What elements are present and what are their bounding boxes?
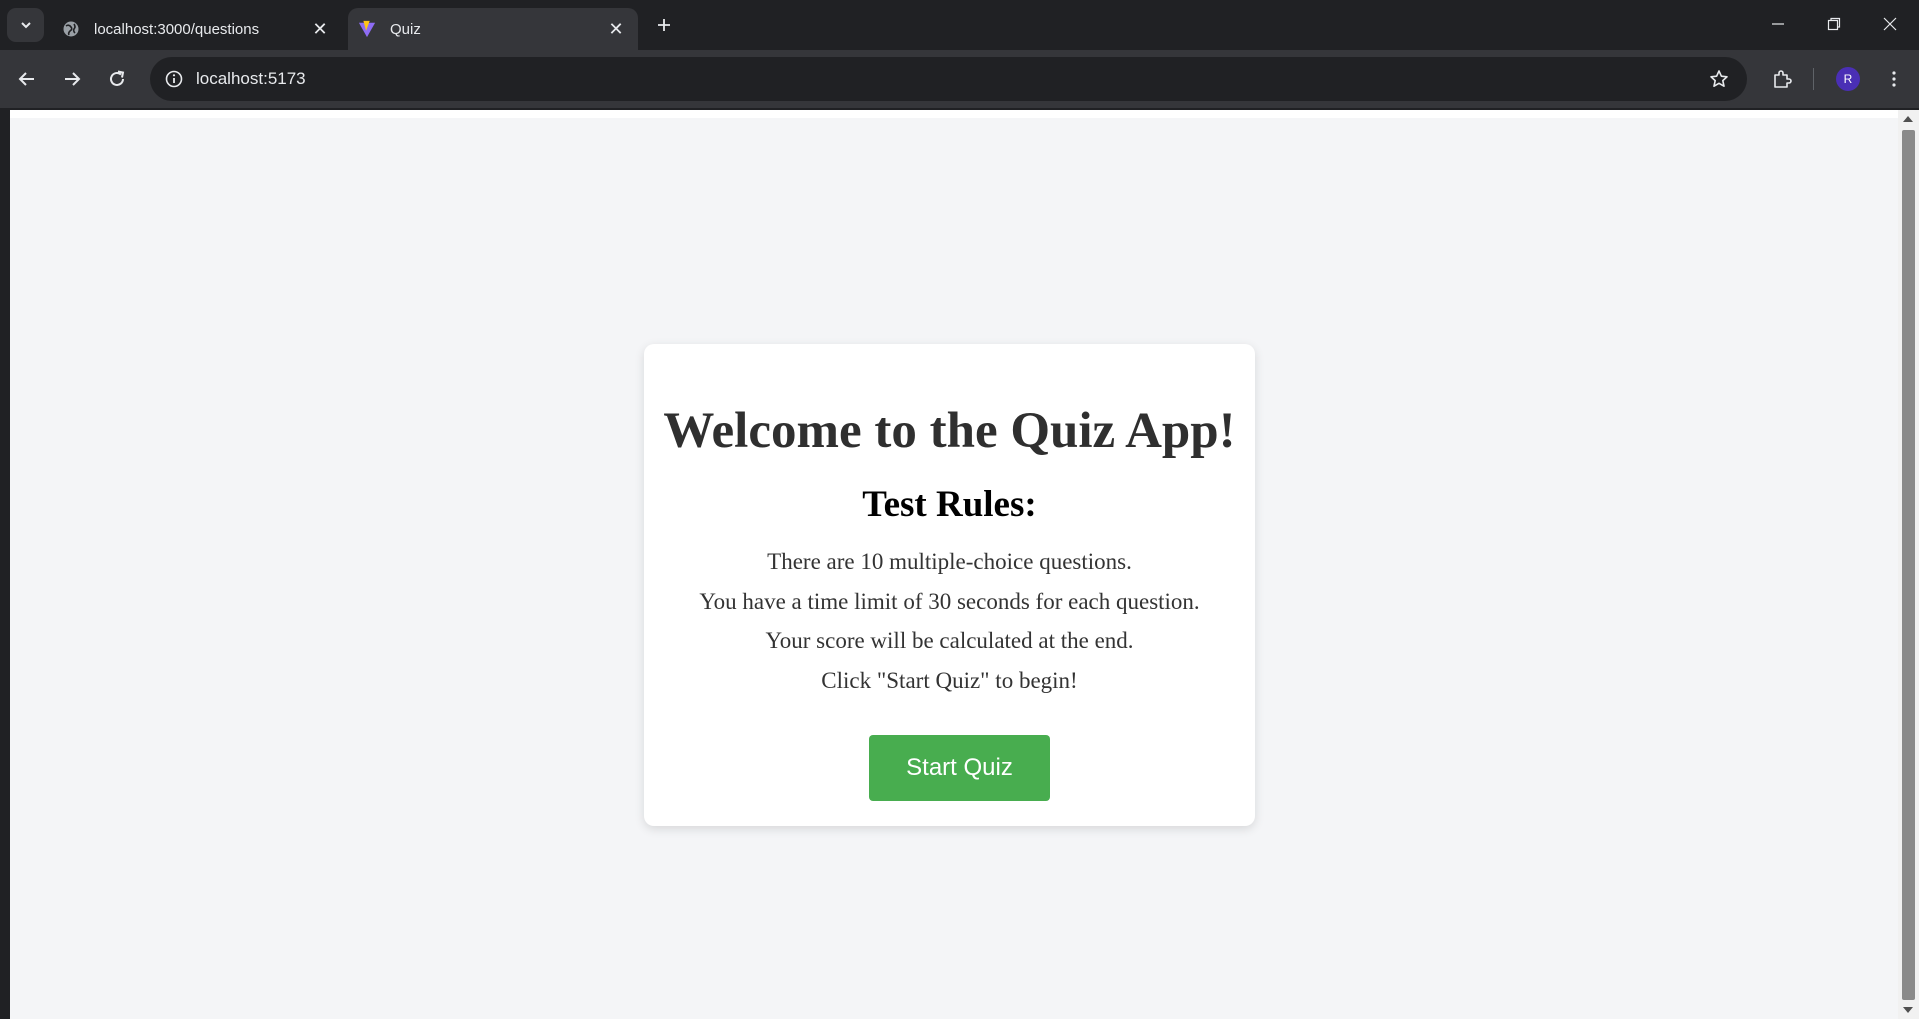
tab-quiz[interactable]: Quiz ✕ (348, 8, 638, 50)
minimize-icon (1772, 23, 1784, 25)
tab-title: Quiz (390, 20, 421, 38)
rule-item: There are 10 multiple-choice questions. (767, 549, 1132, 574)
address-bar[interactable]: localhost:5173 (150, 57, 1747, 101)
minimize-button[interactable] (1750, 0, 1806, 48)
close-icon[interactable]: ✕ (606, 19, 626, 39)
start-quiz-button[interactable]: Start Quiz (869, 735, 1050, 801)
url-text[interactable]: localhost:5173 (196, 69, 306, 89)
tab-search-button[interactable] (7, 8, 44, 42)
quiz-page: Welcome to the Quiz App! Test Rules: The… (10, 118, 1898, 1019)
tab-title: localhost:3000/questions (94, 20, 260, 38)
reload-icon (110, 70, 125, 86)
page-scrollbar[interactable] (1898, 110, 1919, 1019)
restore-button[interactable] (1806, 0, 1862, 48)
arrow-right-icon (65, 72, 81, 86)
scroll-up-arrow-icon[interactable] (1903, 116, 1913, 122)
tab-questions[interactable]: localhost:3000/questions ✕ (52, 8, 342, 50)
welcome-card: Welcome to the Quiz App! Test Rules: The… (644, 344, 1255, 826)
rules-list: There are 10 multiple-choice questions. … (644, 542, 1255, 700)
page-title: Welcome to the Quiz App! (663, 403, 1236, 459)
window-close-button[interactable] (1862, 0, 1918, 48)
globe-icon (62, 20, 80, 38)
bookmark-star-icon[interactable] (1707, 67, 1731, 91)
arrow-left-icon (18, 72, 34, 86)
reload-button[interactable] (101, 63, 133, 95)
close-icon[interactable]: ✕ (310, 19, 330, 39)
browser-menu-button[interactable] (1878, 63, 1910, 95)
browser-toolbar: localhost:5173 R (0, 50, 1919, 108)
scrollbar-thumb[interactable] (1902, 130, 1915, 1000)
more-vertical-icon (1892, 71, 1896, 87)
extensions-button[interactable] (1766, 63, 1798, 95)
rule-item: You have a time limit of 30 seconds for … (699, 588, 1200, 614)
rule-item: Click "Start Quiz" to begin! (821, 667, 1078, 693)
rules-heading: Test Rules: (862, 484, 1037, 525)
vite-logo-icon (358, 20, 376, 38)
close-icon (1883, 17, 1897, 31)
new-tab-button[interactable] (652, 13, 676, 37)
puzzle-icon (1774, 70, 1792, 88)
page-viewport: Welcome to the Quiz App! Test Rules: The… (10, 110, 1898, 1019)
restore-icon (1827, 17, 1841, 31)
rule-item: Your score will be calculated at the end… (765, 628, 1134, 653)
chevron-down-icon (20, 22, 31, 29)
profile-avatar[interactable]: R (1836, 67, 1860, 91)
scroll-down-arrow-icon[interactable] (1903, 1007, 1913, 1013)
plus-icon (658, 19, 670, 31)
browser-tab-strip: localhost:3000/questions ✕ Quiz ✕ (0, 0, 1919, 50)
back-button[interactable] (11, 63, 43, 95)
site-info-icon[interactable] (160, 65, 188, 93)
toolbar-divider (1813, 68, 1814, 90)
forward-button[interactable] (56, 63, 88, 95)
